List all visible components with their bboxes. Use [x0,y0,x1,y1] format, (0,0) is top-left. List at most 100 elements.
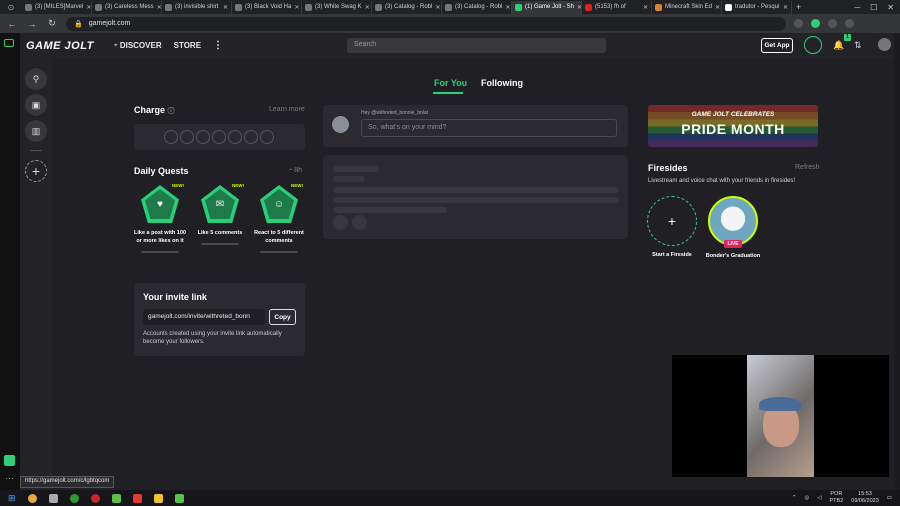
invite-link-field[interactable]: gamejolt.com/invite/withreted_bonn [143,309,265,325]
fireside-live-avatar[interactable] [708,196,758,246]
tray-icon[interactable]: ⌃ [792,495,797,501]
browser-tab[interactable]: (3) White Swag K ✕ [302,0,372,14]
search-input[interactable]: Search [347,38,606,53]
shield-icon[interactable] [811,19,820,28]
app-icon[interactable] [132,493,142,503]
browser-tab[interactable]: (3) invisible shirt ✕ [162,0,232,14]
app-icon[interactable] [48,493,58,503]
close-icon[interactable]: ✕ [365,4,370,11]
browser-tab[interactable]: (3) Careless Mess ✕ [92,0,162,14]
reload-icon[interactable]: ↻ [46,18,58,29]
site-header: GAME JOLT ⌖ DISCOVER STORE ⋮ Search Get … [20,33,894,58]
rail-shop-icon[interactable]: ▣ [25,94,47,116]
input-language[interactable]: POR PTB2 [830,491,844,505]
minimize-icon[interactable]: ─ [854,3,860,12]
browser-tab[interactable]: (3) [MILES]Marvel ✕ [22,0,92,14]
app-icon[interactable] [90,493,100,503]
tab-search-icon[interactable]: ⊙ [0,1,22,14]
invite-note: Accounts created using your invite link … [143,331,282,345]
sidebar-app-icon[interactable] [4,39,14,47]
windows-start-icon[interactable]: ⊞ [8,493,16,504]
browser-tab[interactable]: (3) Catalog - Robl ✕ [372,0,442,14]
loading-post [323,155,628,239]
close-icon[interactable]: ✕ [715,4,720,11]
get-app-button[interactable]: Get App [761,38,793,53]
more-menu-icon[interactable]: ⋮ [213,40,223,51]
rail-home-icon[interactable]: ⚲ [25,68,47,90]
rail-divider [30,150,42,151]
close-icon[interactable]: ✕ [86,4,91,11]
learn-more-link[interactable]: Learn more [269,106,305,113]
skeleton-line [333,166,379,172]
quest-progress [260,251,298,253]
browser-tab[interactable]: Minecraft Skin Ed ✕ [652,0,722,14]
maximize-icon[interactable]: ☐ [870,3,877,12]
nav-store[interactable]: STORE [174,41,201,50]
address-bar[interactable]: 🔒 gamejolt.com [66,16,786,31]
close-icon[interactable]: ✕ [643,4,648,11]
tab-following[interactable]: Following [481,78,523,88]
chrome-icon[interactable] [27,493,37,503]
browser-tab[interactable]: (5153) fh of ✕ [582,0,652,14]
close-icon[interactable]: ✕ [783,4,788,11]
clock[interactable]: 15:53 09/06/2023 [851,491,879,505]
post-input[interactable]: So, what's on your mind? [361,119,617,137]
volume-icon[interactable]: ◁ [817,495,821,501]
folder-icon[interactable] [153,493,163,503]
browser-tab[interactable]: (3) Catalog - Robl ✕ [442,0,512,14]
quest-card[interactable]: NEW! ☺ React to 5 different comments [253,183,305,253]
browser-tab-active[interactable]: (1) Game Jolt - Sh ✕ [512,0,582,14]
more-icon[interactable]: ⋯ [5,473,14,484]
rail-library-icon[interactable]: ▥ [25,120,47,142]
close-icon[interactable]: ✕ [294,4,299,11]
tab-for-you[interactable]: For You [434,78,467,88]
comment-icon: ✉ [205,189,235,219]
close-icon[interactable]: ✕ [157,4,161,11]
browser-tab-bar: ⊙ (3) [MILES]Marvel ✕ (3) Careless Mess ✕ … [0,0,900,14]
browser-url-bar: ← → ↻ 🔒 gamejolt.com [0,14,900,33]
close-icon[interactable]: ✕ [505,4,510,11]
new-tab-icon[interactable]: + [796,2,801,12]
xbox-icon[interactable] [69,493,79,503]
minecraft-icon[interactable] [111,493,121,503]
extension-icon[interactable] [794,19,803,28]
back-icon[interactable]: ← [6,19,18,29]
notifications-icon[interactable]: ▭ [887,495,892,501]
quest-card[interactable]: NEW! ♥ Like a post with 100 or more like… [134,183,186,253]
close-icon[interactable]: ✕ [435,4,440,11]
friends-icon[interactable]: ⇅ [854,40,862,51]
pride-month-banner[interactable]: GAME JOLT CELEBRATES PRIDE MONTH [648,105,818,147]
quest-card[interactable]: NEW! ✉ Like 5 comments [194,183,246,245]
minecraft-icon[interactable] [174,493,184,503]
refresh-link[interactable]: Refresh [795,164,820,171]
nav-discover[interactable]: DISCOVER [120,41,162,50]
quest-icon[interactable] [804,36,822,54]
browser-tab[interactable]: (3) Black Void Ha ✕ [232,0,302,14]
browser-tab[interactable]: tradutor - Pesqui ✕ [722,0,792,14]
gamejolt-logo[interactable]: GAME JOLT [26,40,94,52]
copy-button[interactable]: Copy [269,309,296,325]
network-icon[interactable]: ◎ [804,495,809,501]
charge-orb [259,130,274,144]
start-fireside-button[interactable]: + [647,196,697,246]
star-icon[interactable] [828,19,837,28]
close-icon[interactable]: ✕ [223,4,228,11]
info-icon[interactable]: ⓘ [168,108,175,115]
bell-icon[interactable]: 🔔 [833,40,844,51]
fireside-name[interactable]: Bonder's Graduation [703,252,763,260]
avatar[interactable] [332,116,349,133]
forward-icon[interactable]: → [26,19,38,29]
live-badge: LIVE [724,240,742,248]
tab-favicon [655,3,662,11]
skeleton-line [333,176,365,182]
charge-orb [163,130,178,144]
rail-add-icon[interactable]: + [25,160,47,182]
avatar[interactable] [878,38,891,51]
window-close-icon[interactable]: ✕ [887,3,894,12]
tab-favicon [305,3,312,11]
sidebar-app-icon[interactable] [4,455,15,466]
start-fireside-label: Start a Fireside [652,252,692,258]
invite-title: Your invite link [143,292,207,302]
profile-icon[interactable] [845,19,854,28]
plus-icon: + [667,213,677,229]
